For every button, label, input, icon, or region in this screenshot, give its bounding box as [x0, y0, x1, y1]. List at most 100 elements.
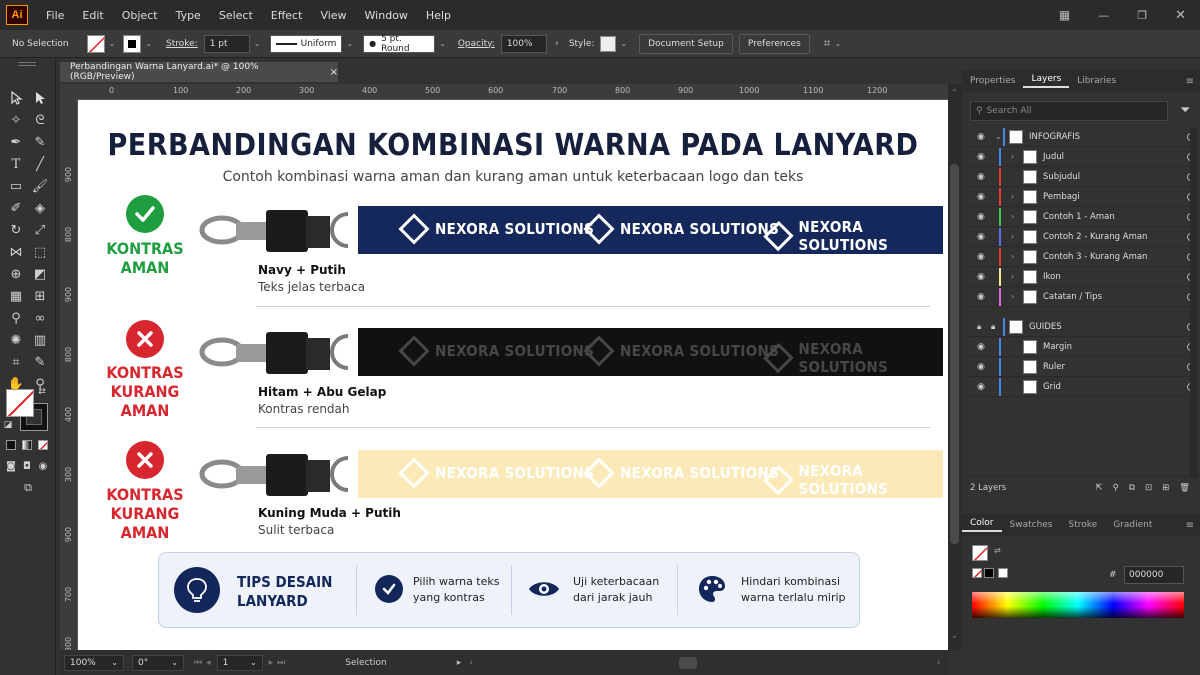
menu-edit[interactable]: Edit: [73, 9, 112, 22]
canvas-vertical-scrollbar[interactable]: ⌃ ⌄: [948, 84, 962, 650]
first-artboard-icon[interactable]: ⏮: [194, 658, 202, 668]
visibility-eye-icon[interactable]: ◉: [977, 172, 985, 182]
previous-artboard-icon[interactable]: ◂: [206, 658, 211, 668]
scroll-down-icon[interactable]: ⌄: [951, 631, 958, 640]
artboard-number[interactable]: 1 ⌄: [216, 654, 263, 671]
preferences-button[interactable]: Preferences: [738, 33, 810, 54]
layer-row[interactable]: 🔒︎ 🔒︎ GUIDES: [967, 317, 1195, 337]
layer-row[interactable]: ◉ › Judul: [967, 147, 1195, 167]
visibility-eye-icon[interactable]: ◉: [977, 152, 985, 162]
magic-wand-tool-icon[interactable]: ✧: [6, 110, 26, 130]
expand-chevron-icon[interactable]: ›: [1011, 272, 1014, 281]
visibility-eye-icon[interactable]: ◉: [977, 292, 985, 302]
tab-libraries[interactable]: Libraries: [1069, 76, 1124, 86]
document-tab[interactable]: Perbandingan Warna Lanyard.ai* @ 100% (R…: [60, 62, 338, 82]
paintbrush-tool-icon[interactable]: 🖌: [30, 176, 50, 196]
brush-definition[interactable]: ● 5 pt. Round: [363, 34, 436, 54]
selection-tool-icon[interactable]: [6, 88, 26, 108]
stroke-swatch[interactable]: [123, 34, 142, 53]
pen-tool-icon[interactable]: ✒: [6, 132, 26, 152]
rectangle-tool-icon[interactable]: ▭: [6, 176, 26, 196]
expand-chevron-icon[interactable]: ›: [1011, 232, 1014, 241]
stroke-chevron-icon[interactable]: ⌄: [145, 39, 152, 48]
scroll-up-icon[interactable]: ⌃: [951, 88, 958, 97]
hex-input[interactable]: 000000: [1124, 566, 1184, 584]
type-tool-icon[interactable]: T: [6, 154, 26, 174]
delete-layer-icon[interactable]: 🗑︎: [1179, 483, 1190, 493]
tab-swatches[interactable]: Swatches: [1002, 520, 1061, 530]
layer-row[interactable]: ◉ Margin: [967, 337, 1195, 357]
opacity-arrow-icon[interactable]: ›: [555, 38, 559, 49]
expand-chevron-icon[interactable]: ›: [1011, 292, 1014, 301]
lock-icon[interactable]: 🔒︎: [977, 322, 981, 332]
rotate-tool-icon[interactable]: ↻: [6, 220, 26, 240]
zoom-level[interactable]: 100% ⌄: [64, 654, 124, 671]
none-swatch[interactable]: [972, 568, 982, 578]
layer-row[interactable]: ◉ Grid: [967, 377, 1195, 397]
menu-effect[interactable]: Effect: [262, 9, 312, 22]
horizontal-ruler[interactable]: 0 100 200 300 400 500 600 700 800 900 10…: [78, 84, 948, 100]
profile-chevron-icon[interactable]: ⌄: [346, 39, 353, 48]
visibility-eye-icon[interactable]: ◉: [977, 252, 985, 262]
default-fill-stroke-icon[interactable]: ◪: [2, 419, 14, 431]
width-tool-icon[interactable]: ⋈: [6, 242, 26, 262]
menu-view[interactable]: View: [311, 9, 355, 22]
draw-normal-icon[interactable]: ◙: [4, 459, 18, 473]
layer-row[interactable]: ◉ › Ikon: [967, 267, 1195, 287]
draw-inside-icon[interactable]: ◉: [36, 459, 50, 473]
zoom-chevron-icon[interactable]: ⌄: [111, 658, 118, 667]
eraser-tool-icon[interactable]: ◈: [30, 198, 50, 218]
scroll-right-icon[interactable]: ›: [937, 658, 941, 668]
visibility-eye-icon[interactable]: ◉: [977, 362, 985, 372]
layer-row[interactable]: ◉ ⌄ INFOGRAFIS: [967, 127, 1195, 147]
expand-chevron-icon[interactable]: ›: [1011, 152, 1014, 161]
ruler-origin[interactable]: [60, 84, 78, 100]
panel-menu-icon[interactable]: ≡: [1186, 76, 1194, 87]
slice-tool-icon[interactable]: ✎: [30, 352, 50, 372]
clipping-mask-icon[interactable]: ⧉: [1129, 483, 1135, 493]
color-mode-button[interactable]: [6, 440, 16, 450]
blend-tool-icon[interactable]: ∞: [30, 308, 50, 328]
layer-row[interactable]: ◉ › Pembagi: [967, 187, 1195, 207]
lasso-tool-icon[interactable]: ᘓ: [30, 110, 50, 130]
scrollbar-thumb[interactable]: [950, 164, 959, 544]
menu-file[interactable]: File: [37, 9, 73, 22]
direct-selection-tool-icon[interactable]: [30, 88, 50, 108]
color-fill-swatch[interactable]: [972, 545, 988, 561]
eyedropper-tool-icon[interactable]: ⚲: [6, 308, 26, 328]
draw-behind-icon[interactable]: ◘: [20, 459, 34, 473]
white-swatch[interactable]: [998, 568, 1008, 578]
visibility-eye-icon[interactable]: ◉: [977, 192, 985, 202]
close-tab-icon[interactable]: ×: [330, 67, 338, 78]
layers-search-input[interactable]: ⚲ Search All: [970, 101, 1168, 121]
expand-chevron-icon[interactable]: ›: [1011, 212, 1014, 221]
fill-swatch[interactable]: [86, 34, 105, 53]
menu-object[interactable]: Object: [113, 9, 167, 22]
fill-indicator[interactable]: [6, 389, 34, 417]
perspective-grid-tool-icon[interactable]: ▦: [6, 286, 26, 306]
layer-row[interactable]: ◉ › Contoh 3 - Kurang Aman: [967, 247, 1195, 267]
symbol-sprayer-tool-icon[interactable]: ✺: [6, 330, 26, 350]
next-artboard-icon[interactable]: ▸: [269, 658, 274, 668]
vertical-ruler[interactable]: 900 800 900 800 400 300 900 700 800: [60, 100, 78, 652]
horizontal-scroll-thumb[interactable]: [678, 656, 697, 669]
layers-scrollbar[interactable]: [1190, 128, 1198, 478]
locate-object-icon[interactable]: ⚲: [1113, 483, 1119, 493]
export-icon[interactable]: ⇱: [1096, 483, 1103, 493]
mesh-tool-icon[interactable]: ⊞: [30, 286, 50, 306]
rotation-chevron-icon[interactable]: ⌄: [171, 658, 178, 667]
document-setup-button[interactable]: Document Setup: [639, 33, 733, 54]
none-mode-button[interactable]: [38, 440, 48, 450]
brush-chevron-icon[interactable]: ⌄: [439, 39, 446, 48]
last-artboard-icon[interactable]: ⏭: [277, 658, 285, 668]
workspace-switcher-icon[interactable]: ▦: [1059, 8, 1070, 22]
toolbar-grip[interactable]: [18, 62, 36, 66]
close-window-icon[interactable]: ✕: [1175, 8, 1186, 23]
artboard-tool-icon[interactable]: ⌗: [6, 352, 26, 372]
layer-row[interactable]: ◉ › Catatan / Tips: [967, 287, 1195, 307]
visibility-eye-icon[interactable]: ◉: [977, 272, 985, 282]
live-paint-tool-icon[interactable]: ◩: [30, 264, 50, 284]
black-swatch[interactable]: [984, 568, 994, 578]
scale-tool-icon[interactable]: ⤢: [30, 220, 50, 240]
shape-builder-tool-icon[interactable]: ⊕: [6, 264, 26, 284]
